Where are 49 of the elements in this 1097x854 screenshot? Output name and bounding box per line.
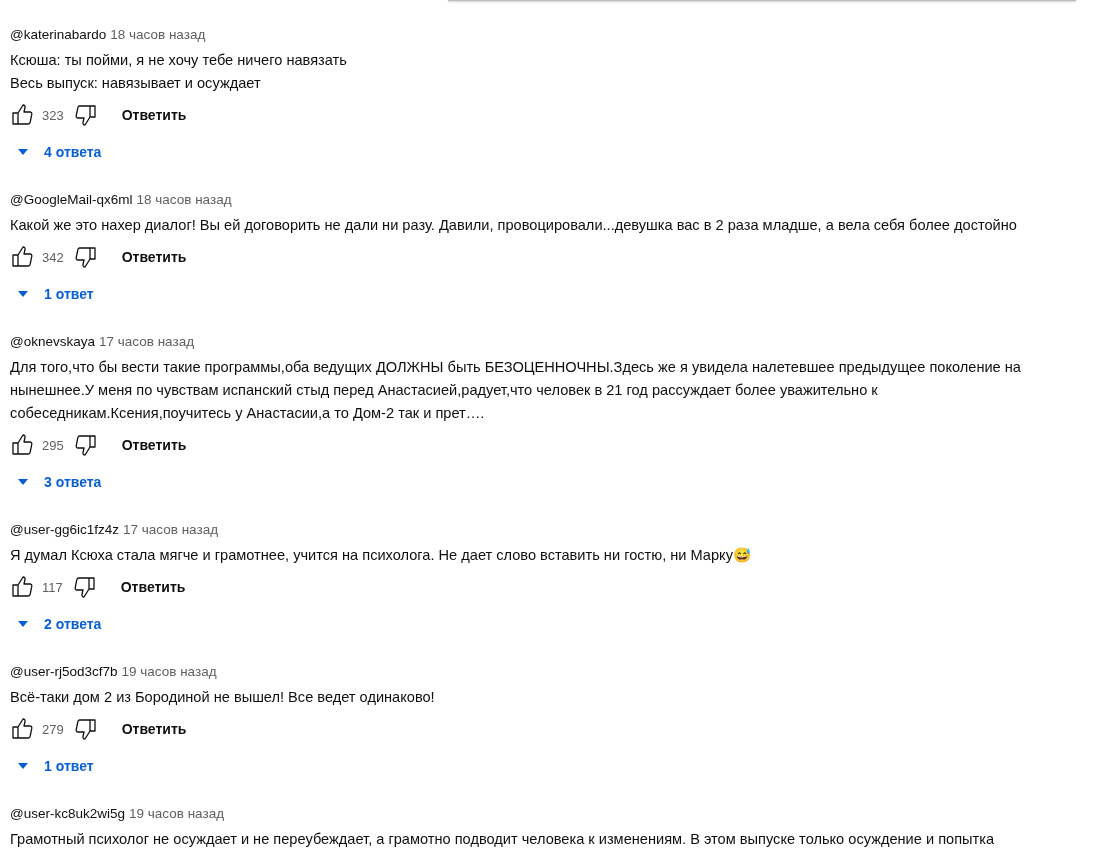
comment-time[interactable]: 19 часов назад [129, 805, 225, 821]
replies-toggle[interactable]: 4 ответа [10, 137, 102, 167]
caret-icon [18, 149, 28, 155]
dislike-icon[interactable] [72, 575, 97, 599]
replies-toggle[interactable]: 2 ответа [10, 609, 102, 639]
comment-text: Я думал Ксюха стала мягче и грамотнее, учится на психолога. Не дает слово вставить ни гостю, ни Марку😅 [10, 546, 752, 565]
comment-author[interactable]: @user-kc8uk2wi5g [10, 805, 125, 821]
comment-time[interactable]: 19 часов назад [121, 663, 217, 679]
comment-text: Грамотный психолог не осуждает и не переубеждает, а грамотно подводит человека к изменениям. В этом выпуске только осуждение и попытка [10, 830, 996, 849]
like-icon[interactable] [10, 245, 34, 269]
like-count: 323 [42, 107, 64, 123]
comment-text: Ксюша: ты пойми, я не хочу тебе ничего навязать [10, 51, 348, 70]
dislike-icon[interactable] [73, 717, 98, 741]
replies-toggle[interactable]: 1 ответ [10, 279, 94, 309]
comment-text: Какой же это нахер диалог! Вы ей договорить не дали ни разу. Давили, провоцировали...девушка вас в 2 раза младше, а вела себя более достойно [10, 216, 1018, 235]
replies-toggle[interactable]: 1 ответ [10, 751, 94, 781]
comment-text: Весь выпуск: навязывает и осуждает [10, 74, 262, 93]
caret-icon [18, 763, 28, 769]
caret-icon [18, 479, 28, 485]
caret-icon [18, 291, 28, 297]
reply-button[interactable]: Ответить [111, 243, 197, 271]
dislike-icon[interactable] [73, 433, 98, 457]
comment-text: Всё-таки дом 2 из Бородиной не вышел! Все ведет одинаково! [10, 688, 436, 707]
like-count: 279 [42, 721, 64, 737]
reply-button[interactable]: Ответить [111, 431, 197, 459]
reply-button[interactable]: Ответить [111, 715, 197, 743]
like-icon[interactable] [10, 717, 34, 741]
like-icon[interactable] [10, 575, 34, 599]
like-count: 342 [42, 249, 64, 265]
comment-author[interactable]: @GoogleMail-qx6ml [10, 191, 133, 207]
reply-button[interactable]: Ответить [111, 101, 197, 129]
replies-toggle[interactable]: 3 ответа [10, 467, 102, 497]
comment-text: Для того,что бы вести такие программы,оба ведущих ДОЛЖНЫ быть БЕЗОЦЕННОЧНЫ.Здесь же я увидела налетевшее предыдущее поколение на нынешнее.У меня по чувствам испанский стыд перед Анастасией,радует,что человек в 21 год рассуждает более уважительно к собеседникам.Ксения,поучитесь у Анастасии,а то Дом-2 так и прет…. [10, 358, 1022, 423]
comment-author[interactable]: @katerinabardo [10, 26, 107, 42]
like-icon[interactable] [10, 103, 34, 127]
comment-time[interactable]: 18 часов назад [110, 26, 206, 42]
comment-time[interactable]: 17 часов назад [123, 521, 219, 537]
comment-time[interactable]: 18 часов назад [136, 191, 232, 207]
like-icon[interactable] [10, 433, 34, 457]
caret-icon [18, 621, 28, 627]
like-count: 117 [42, 579, 63, 595]
comment-time[interactable]: 17 часов назад [99, 333, 195, 349]
like-count: 295 [42, 437, 64, 453]
comment-author[interactable]: @user-rj5od3cf7b [10, 663, 118, 679]
comment-author[interactable]: @user-gg6ic1fz4z [10, 521, 119, 537]
comment-author[interactable]: @oknevskaya [10, 333, 95, 349]
dislike-icon[interactable] [73, 103, 98, 127]
dislike-icon[interactable] [73, 245, 98, 269]
reply-button[interactable]: Ответить [110, 573, 196, 601]
